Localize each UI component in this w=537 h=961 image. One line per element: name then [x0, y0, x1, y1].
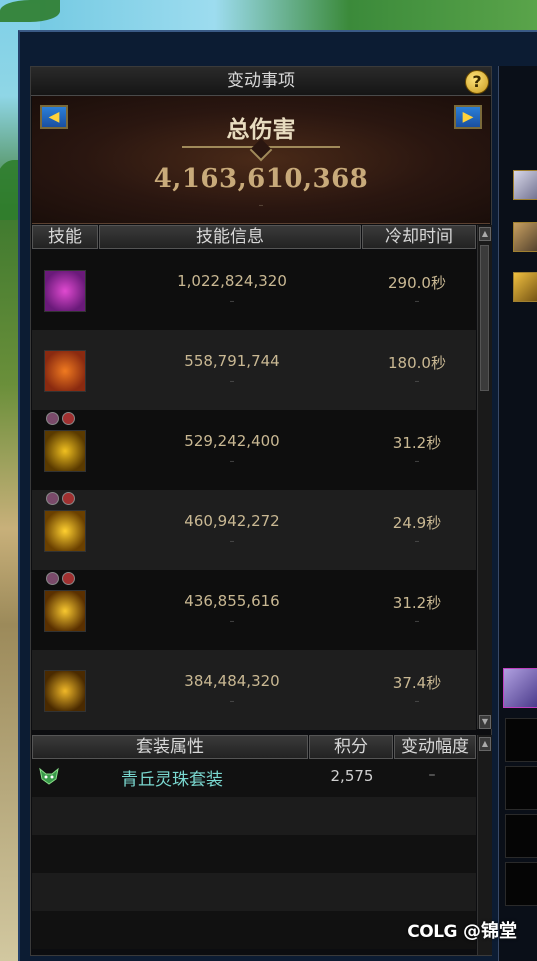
skill-cooldown-change: – — [414, 536, 420, 547]
swirl-buff-icon — [62, 412, 75, 425]
skill-damage-change: – — [229, 616, 235, 627]
skill-damage-value: 384,484,320 — [184, 672, 280, 690]
empty-set-row — [32, 797, 476, 835]
skill-cooldown-change: – — [414, 456, 420, 467]
buff-icons — [46, 490, 86, 506]
help-icon[interactable]: ? — [465, 70, 489, 94]
skill-cooldown-value: 31.2秒 — [392, 594, 442, 612]
header-score[interactable]: 积分 — [309, 735, 393, 759]
buff-icons — [46, 410, 86, 426]
header-change-range[interactable]: 变动幅度 — [394, 735, 476, 759]
scroll-thumb[interactable] — [480, 245, 489, 391]
demon-mask-skill-icon[interactable] — [44, 270, 86, 312]
rune-buff-icon — [46, 412, 59, 425]
set-row[interactable]: 青丘灵珠套装 2,575 – — [32, 759, 476, 797]
fox-set-icon — [39, 767, 59, 785]
skill-table-header: 技能 技能信息 冷却时间 — [32, 225, 476, 249]
swirl-buff-icon — [62, 572, 75, 585]
set-table-header: 套装属性 积分 变动幅度 — [32, 735, 476, 759]
skill-damage-change: – — [229, 456, 235, 467]
skill-row[interactable]: 558,791,744 – 180.0秒 – — [32, 330, 476, 410]
colg-logo: COLG — [407, 922, 457, 942]
watermark: COLG @锦堂 — [407, 917, 517, 943]
palm-leaf-decoration — [0, 0, 60, 22]
empty-equipment-slot[interactable] — [505, 766, 537, 810]
skill-cooldown-change: – — [414, 696, 420, 707]
skill-cooldown-change: – — [414, 616, 420, 627]
star-blast-skill-icon[interactable] — [44, 670, 86, 712]
scroll-down-icon[interactable]: ▼ — [479, 715, 491, 729]
empty-equipment-slot[interactable] — [505, 814, 537, 858]
skill-cooldown-value: 290.0秒 — [388, 274, 446, 292]
watermark-text: @锦堂 — [463, 921, 517, 942]
skill-cooldown-value: 180.0秒 — [388, 354, 446, 372]
empty-equipment-slot[interactable] — [505, 862, 537, 906]
skill-cooldown-change: – — [414, 376, 420, 387]
skill-damage-value: 1,022,824,320 — [177, 272, 287, 290]
skill-damage-value: 460,942,272 — [184, 512, 280, 530]
skill-row[interactable]: 460,942,272 – 24.9秒 – — [32, 490, 476, 570]
light-burst-skill-icon[interactable] — [44, 430, 86, 472]
panel-title-bar: 变动事项 ? — [31, 67, 491, 96]
header-cooldown[interactable]: 冷却时间 — [362, 225, 476, 249]
total-damage-change: – — [258, 200, 264, 211]
skill-damage-change: – — [229, 296, 235, 307]
buff-icons — [46, 570, 86, 586]
skill-row[interactable]: 529,242,400 – 31.2秒 – — [32, 410, 476, 490]
empty-set-row — [32, 835, 476, 873]
equipment-slot-icon[interactable] — [513, 170, 537, 200]
skill-damage-value: 529,242,400 — [184, 432, 280, 450]
skill-row[interactable]: 384,484,320 – 37.4秒 – — [32, 650, 476, 730]
rune-buff-icon — [46, 492, 59, 505]
set-change: – — [428, 767, 436, 783]
equipment-side-panel — [498, 66, 537, 961]
skill-damage-value: 558,791,744 — [184, 352, 280, 370]
header-skill-info[interactable]: 技能信息 — [99, 225, 361, 249]
swirl-buff-icon — [62, 492, 75, 505]
equipment-slot-icon[interactable] — [513, 272, 537, 302]
panel-title: 变动事项 — [227, 71, 295, 91]
skill-damage-change: – — [229, 536, 235, 547]
skill-row[interactable]: 1,022,824,320 – 290.0秒 – — [32, 250, 476, 330]
spark-burst-skill-icon[interactable] — [44, 510, 86, 552]
skill-damage-change: – — [229, 696, 235, 707]
total-damage-value: 4,163,610,368 — [153, 164, 369, 194]
skill-cooldown-value: 24.9秒 — [392, 514, 442, 532]
skill-row[interactable]: 436,855,616 – 31.2秒 – — [32, 570, 476, 650]
total-damage-box: ◀ ▶ 总伤害 4,163,610,368 – — [32, 96, 490, 224]
equipment-slot-icon[interactable] — [513, 222, 537, 252]
skill-list-scrollbar[interactable]: ▲ ▼ — [477, 225, 492, 729]
set-name: 青丘灵珠套装 — [121, 770, 223, 790]
header-set-attribute[interactable]: 套装属性 — [32, 735, 308, 759]
skill-cooldown-value: 37.4秒 — [392, 674, 442, 692]
skill-damage-value: 436,855,616 — [184, 592, 280, 610]
equipment-slot-icon[interactable] — [503, 668, 537, 708]
fire-beast-skill-icon[interactable] — [44, 350, 86, 392]
scroll-up-icon[interactable]: ▲ — [479, 227, 491, 241]
scroll-up-icon[interactable]: ▲ — [479, 737, 491, 751]
skill-cooldown-value: 31.2秒 — [392, 434, 442, 452]
set-score: 2,575 — [330, 767, 374, 785]
change-details-panel: 变动事项 ? ◀ ▶ 总伤害 4,163,610,368 – 技能 技能信息 冷… — [30, 66, 492, 956]
empty-equipment-slot[interactable] — [505, 718, 537, 762]
rune-buff-icon — [46, 572, 59, 585]
radiant-orb-skill-icon[interactable] — [44, 590, 86, 632]
skill-damage-change: – — [229, 376, 235, 387]
empty-set-row — [32, 873, 476, 911]
skill-list: 1,022,824,320 – 290.0秒 – 558,791,744 – 180.0秒 –… — [32, 250, 476, 730]
skill-cooldown-change: – — [414, 296, 420, 307]
header-skill[interactable]: 技能 — [32, 225, 98, 249]
